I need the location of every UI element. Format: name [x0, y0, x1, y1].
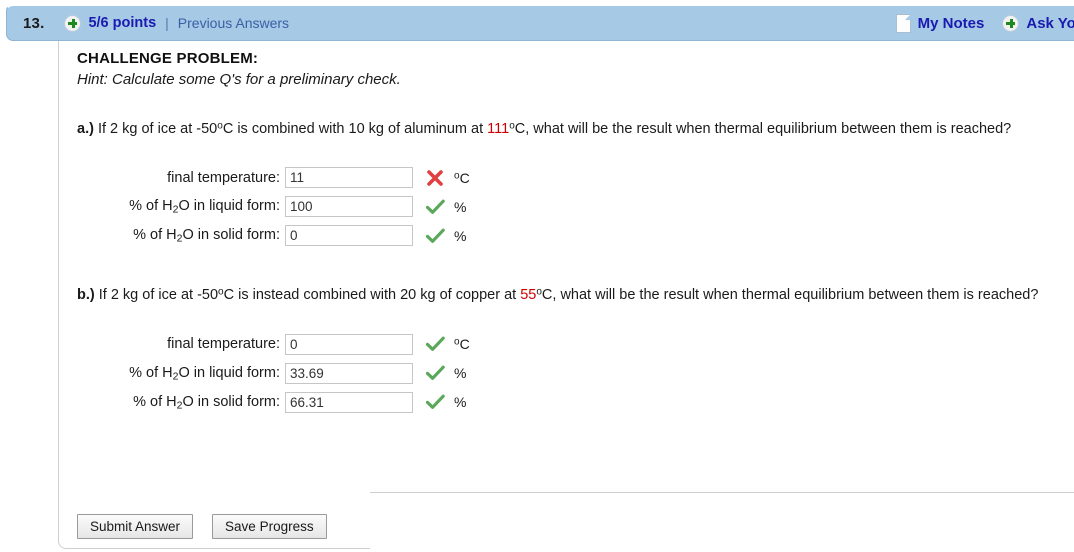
- my-notes-link[interactable]: My Notes: [918, 15, 985, 32]
- parts-container: a.) If 2 kg of ice at -50oC is combined …: [77, 118, 1074, 417]
- answer-field-label: % of H2O in solid form:: [133, 393, 280, 412]
- previous-answers-link[interactable]: Previous Answers: [178, 15, 289, 31]
- highlighted-value: 111: [487, 121, 510, 137]
- save-progress-button[interactable]: Save Progress: [212, 514, 327, 539]
- page-icon: [895, 13, 911, 33]
- answer-input[interactable]: [285, 362, 413, 384]
- correct-check-icon: [422, 199, 448, 215]
- question-header-bar: 13. 5/6 points | Previous Answers My Not…: [6, 4, 1074, 41]
- answer-row: final temperature: oC: [77, 163, 1074, 192]
- correct-check-icon: [422, 394, 448, 410]
- submit-answer-button[interactable]: Submit Answer: [77, 514, 194, 539]
- question-screen: 13. 5/6 points | Previous Answers My Not…: [0, 0, 1074, 552]
- part-a-fields: final temperature: oC % of H2O in liquid f…: [77, 163, 1074, 250]
- header-right-group: My Notes Ask You: [895, 13, 1074, 33]
- correct-check-icon: [422, 365, 448, 381]
- answer-row: % of H2O in solid form:%: [77, 388, 1074, 417]
- ask-your-teacher-link[interactable]: Ask You: [1026, 15, 1074, 32]
- highlighted-value: 55: [520, 287, 537, 304]
- answer-input[interactable]: [285, 391, 413, 413]
- header-separator: |: [165, 15, 169, 31]
- part-spacer: [77, 256, 1074, 284]
- answer-field-label: final temperature:: [167, 169, 280, 186]
- part-label: a.): [77, 121, 94, 137]
- answer-row: % of H2O in solid form:%: [77, 221, 1074, 250]
- question-number: 13.: [23, 14, 45, 32]
- part-label: b.): [77, 287, 95, 304]
- answer-unit: %: [454, 227, 467, 244]
- action-button-row: Submit Answer Save Progress: [77, 514, 346, 539]
- answer-input[interactable]: [285, 196, 413, 218]
- answer-field-label: % of H2O in liquid form:: [129, 198, 280, 216]
- part-b-fields: final temperature: oC % of H2O in liquid f…: [77, 330, 1074, 417]
- answer-field-label: % of H2O in liquid form:: [129, 364, 280, 383]
- part-a-question: a.) If 2 kg of ice at -50oC is combined …: [77, 120, 1012, 138]
- problem-hint: Hint: Calculate some Q's for a prelimina…: [77, 71, 401, 88]
- answer-unit: %: [454, 365, 467, 382]
- part-b-question: b.) If 2 kg of ice at -50oC is instead c…: [77, 286, 1039, 304]
- panel-bottom-rule: [370, 492, 1074, 493]
- correct-check-icon: [422, 336, 448, 352]
- answer-unit: %: [454, 394, 467, 411]
- plus-circle-icon-ask[interactable]: [1002, 14, 1020, 32]
- answer-unit: oC: [454, 169, 470, 186]
- points-label: 5/6 points: [88, 15, 157, 31]
- correct-check-icon: [422, 228, 448, 244]
- answer-unit: oC: [454, 336, 470, 353]
- answer-unit: %: [454, 198, 467, 215]
- answer-field-label: % of H2O in solid form:: [133, 227, 280, 245]
- page-title: CHALLENGE PROBLEM:: [77, 50, 259, 67]
- plus-circle-icon[interactable]: [64, 14, 82, 32]
- answer-row: % of H2O in liquid form:%: [77, 359, 1074, 388]
- answer-row: final temperature: oC: [77, 330, 1074, 359]
- answer-input[interactable]: [285, 333, 413, 355]
- answer-field-label: final temperature:: [167, 336, 280, 353]
- answer-input[interactable]: [285, 225, 413, 247]
- problem-content: CHALLENGE PROBLEM: Hint: Calculate some …: [77, 50, 1074, 423]
- answer-row: % of H2O in liquid form:%: [77, 192, 1074, 221]
- incorrect-cross-icon: [422, 169, 448, 187]
- answer-input[interactable]: [285, 167, 413, 189]
